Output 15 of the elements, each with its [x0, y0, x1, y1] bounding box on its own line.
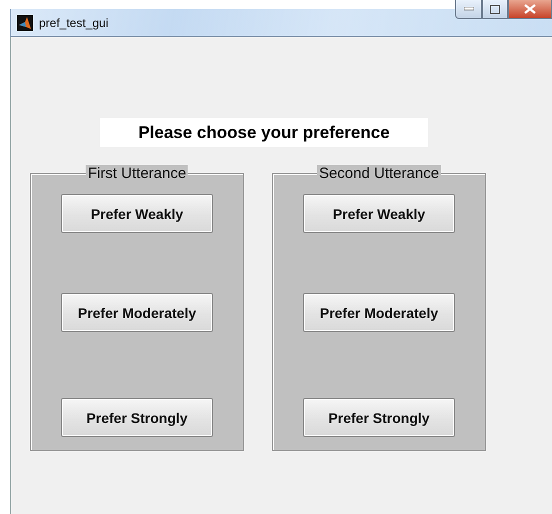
preference-button[interactable]: Prefer Strongly [61, 398, 213, 437]
preference-button[interactable]: Prefer Moderately [61, 293, 213, 332]
maximize-icon [490, 4, 500, 14]
minimize-icon [464, 7, 474, 11]
window-title: pref_test_gui [39, 16, 108, 30]
heading: Please choose your preference [100, 118, 428, 147]
preference-button[interactable]: Prefer Weakly [61, 194, 213, 233]
preference-button[interactable]: Prefer Moderately [303, 293, 455, 332]
close-icon [524, 4, 536, 14]
maximize-button[interactable] [482, 0, 508, 19]
minimize-button[interactable] [455, 0, 482, 19]
preference-button[interactable]: Prefer Strongly [303, 398, 455, 437]
close-button[interactable] [508, 0, 552, 19]
app-icon [17, 14, 33, 30]
preference-button[interactable]: Prefer Weakly [303, 194, 455, 233]
